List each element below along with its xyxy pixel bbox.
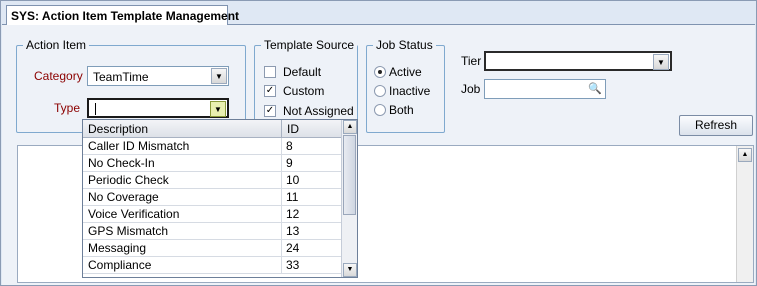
row-separator <box>281 257 282 274</box>
tier-select[interactable]: ▼ <box>484 51 672 71</box>
category-select[interactable]: TeamTime ▼ <box>87 66 229 86</box>
binoculars-icon[interactable]: 🔍 <box>587 82 603 96</box>
tab-action-item-template-management[interactable]: SYS: Action Item Template Management <box>6 5 239 25</box>
both-radio[interactable] <box>374 104 386 116</box>
arrow-up-icon[interactable]: ▲ <box>343 120 357 134</box>
row-id: 33 <box>286 258 300 272</box>
row-id: 24 <box>286 241 300 255</box>
not-assigned-label: Not Assigned <box>283 104 354 118</box>
row-id: 11 <box>286 190 299 204</box>
dropdown-scrollbar[interactable]: ▲ ▼ <box>341 120 357 277</box>
default-checkbox[interactable] <box>264 66 276 78</box>
tab-title: SYS: Action Item Template Management <box>11 9 240 23</box>
row-description: No Check-In <box>88 156 155 170</box>
column-separator <box>281 120 282 138</box>
dropdown-row[interactable]: Voice Verification 12 <box>83 206 342 223</box>
arrow-down-icon[interactable]: ▼ <box>343 263 357 277</box>
row-separator <box>281 223 282 240</box>
inactive-radio[interactable] <box>374 85 386 97</box>
refresh-button[interactable]: Refresh <box>679 115 753 136</box>
category-value: TeamTime <box>93 70 149 84</box>
row-description: Periodic Check <box>88 173 169 187</box>
type-label: Type <box>54 101 81 115</box>
row-id: 9 <box>286 156 293 170</box>
row-separator <box>281 240 282 257</box>
dropdown-row[interactable]: Messaging 24 <box>83 240 342 257</box>
dropdown-row[interactable]: Compliance 33 <box>83 257 342 274</box>
row-id: 10 <box>286 173 300 187</box>
inactive-label: Inactive <box>389 84 431 98</box>
row-description: Caller ID Mismatch <box>88 139 190 153</box>
template-source-title: Template Source <box>261 38 358 52</box>
row-separator <box>281 172 282 189</box>
job-input[interactable]: 🔍 <box>484 79 606 99</box>
job-label: Job <box>461 82 481 96</box>
custom-checkbox[interactable]: ✓ <box>264 85 276 97</box>
job-status-group: Job Status Active Inactive Both <box>366 38 445 133</box>
dropdown-row[interactable]: GPS Mismatch 13 <box>83 223 342 240</box>
chevron-down-icon[interactable]: ▼ <box>211 68 227 84</box>
row-description: Voice Verification <box>88 207 180 221</box>
tier-label: Tier <box>461 54 482 68</box>
active-radio[interactable] <box>374 66 386 78</box>
action-item-group-title: Action Item <box>23 38 90 52</box>
not-assigned-checkbox[interactable]: ✓ <box>264 105 276 117</box>
custom-label: Custom <box>283 84 325 98</box>
results-scrollbar[interactable]: ▲ <box>736 146 753 282</box>
row-id: 8 <box>286 139 293 153</box>
dropdown-row[interactable]: No Coverage 11 <box>83 189 342 206</box>
window-frame: SYS: Action Item Template Management Act… <box>0 0 757 286</box>
row-separator <box>281 138 282 155</box>
row-description: Compliance <box>88 258 152 272</box>
default-label: Default <box>283 65 322 79</box>
both-label: Both <box>389 103 414 117</box>
job-status-title: Job Status <box>373 38 436 52</box>
row-id: 12 <box>286 207 300 221</box>
row-separator <box>281 206 282 223</box>
chevron-down-icon[interactable]: ▼ <box>210 101 226 117</box>
column-header-id[interactable]: ID <box>287 122 299 136</box>
row-description: No Coverage <box>88 190 159 204</box>
row-separator <box>281 189 282 206</box>
category-label: Category <box>34 69 83 83</box>
row-id: 13 <box>286 224 300 238</box>
row-description: GPS Mismatch <box>88 224 169 238</box>
row-description: Messaging <box>88 241 147 255</box>
scroll-thumb[interactable] <box>343 135 356 215</box>
dropdown-row[interactable]: No Check-In 9 <box>83 155 342 172</box>
column-header-description[interactable]: Description <box>88 122 148 136</box>
active-label: Active <box>389 65 422 79</box>
dropdown-row[interactable]: Periodic Check 10 <box>83 172 342 189</box>
type-select[interactable]: ▼ <box>87 98 229 118</box>
dropdown-row[interactable]: Caller ID Mismatch 8 <box>83 138 342 155</box>
row-separator <box>281 155 282 172</box>
arrow-up-icon[interactable]: ▲ <box>738 148 752 162</box>
dropdown-header: Description ID <box>83 120 342 138</box>
chevron-down-icon[interactable]: ▼ <box>653 54 669 70</box>
type-dropdown-list[interactable]: Description ID Caller ID Mismatch 8 No Che… <box>82 119 358 278</box>
text-caret <box>95 103 96 115</box>
